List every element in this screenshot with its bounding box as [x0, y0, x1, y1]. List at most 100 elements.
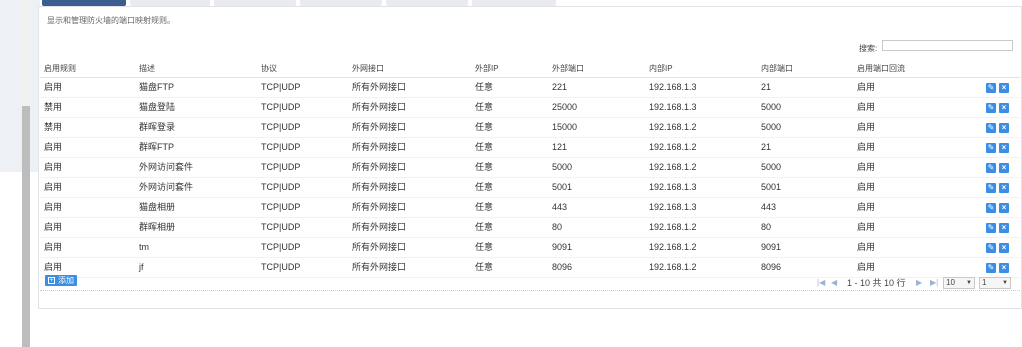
cell-wan-interface: 所有外网接口	[352, 82, 407, 92]
column-header-nat-loopback[interactable]: 启用端口回流	[857, 61, 905, 77]
pagination-summary: 1 - 10 共 10 行	[847, 278, 906, 288]
cell-internal-ip: 192.168.1.3	[649, 202, 697, 212]
column-header-external-port[interactable]: 外部端口	[552, 61, 584, 77]
pencil-icon[interactable]: ✎	[986, 163, 996, 173]
pencil-icon[interactable]: ✎	[986, 223, 996, 233]
column-header-internal-ip[interactable]: 内部IP	[649, 61, 673, 77]
search-input[interactable]	[882, 40, 1013, 51]
cell-enabled: 启用	[44, 202, 63, 212]
close-icon[interactable]: ×	[999, 103, 1009, 113]
table-row[interactable]: 启用 猫盘FTP TCP|UDP 所有外网接口 任意 221 192.168.1.3 21 启用…	[40, 78, 1020, 98]
cell-description: jf	[139, 262, 144, 272]
cell-description: 群晖FTP	[139, 142, 174, 152]
column-header-external-ip[interactable]: 外部IP	[475, 61, 499, 77]
prev-page-icon[interactable]: ◀	[831, 277, 837, 289]
close-icon[interactable]: ×	[999, 263, 1009, 273]
table-row[interactable]: 启用 jf TCP|UDP 所有外网接口 任意 8096 192.168.1.2 8096 启用…	[40, 258, 1020, 278]
page-size-select[interactable]: 10 ▼	[943, 277, 975, 289]
cell-enabled: 启用	[44, 142, 63, 152]
page-number-select[interactable]: 1 ▼	[979, 277, 1011, 289]
table-header: 启用规则 描述 协议 外网接口 外部IP 外部端口 内部IP 内部端口 启用端口…	[40, 61, 1020, 78]
chevron-down-icon: ▼	[966, 280, 972, 286]
cell-description: 猫盘FTP	[139, 82, 174, 92]
cell-internal-port: 8096	[761, 262, 782, 272]
table-row[interactable]: 启用 外网访问套件 TCP|UDP 所有外网接口 任意 5001 192.168.1.3 50…	[40, 178, 1020, 198]
cell-external-ip: 任意	[475, 82, 494, 92]
cell-external-ip: 任意	[475, 222, 494, 232]
page-number-value: 1	[982, 278, 987, 287]
cell-internal-port: 5000	[761, 162, 782, 172]
cell-protocol: TCP|UDP	[261, 222, 301, 232]
cell-external-port: 15000	[552, 122, 578, 132]
close-icon[interactable]: ×	[999, 203, 1009, 213]
last-page-icon[interactable]: ▶|	[930, 277, 938, 289]
column-header-enabled[interactable]: 启用规则	[44, 61, 76, 77]
pencil-icon[interactable]: ✎	[986, 203, 996, 213]
port-mapping-table: 启用规则 描述 协议 外网接口 外部IP 外部端口 内部IP 内部端口 启用端口…	[40, 61, 1020, 278]
cell-nat-loopback: 启用	[857, 162, 876, 172]
cell-wan-interface: 所有外网接口	[352, 202, 407, 212]
cell-internal-ip: 192.168.1.2	[649, 242, 697, 252]
cell-enabled: 禁用	[44, 122, 63, 132]
cell-description: 猫盘相册	[139, 202, 176, 212]
next-page-icon[interactable]: ▶	[916, 277, 922, 289]
pencil-icon[interactable]: ✎	[986, 103, 996, 113]
cell-enabled: 启用	[44, 162, 63, 172]
left-scrollbar-thumb[interactable]	[22, 106, 30, 347]
cell-external-ip: 任意	[475, 242, 494, 252]
cell-wan-interface: 所有外网接口	[352, 102, 407, 112]
add-rule-button[interactable]: + 添加	[45, 275, 77, 286]
close-icon[interactable]: ×	[999, 243, 1009, 253]
cell-internal-port: 443	[761, 202, 777, 212]
pencil-icon[interactable]: ✎	[986, 263, 996, 273]
pencil-icon[interactable]: ✎	[986, 83, 996, 93]
cell-enabled: 禁用	[44, 102, 63, 112]
cell-enabled: 启用	[44, 182, 63, 192]
cell-wan-interface: 所有外网接口	[352, 262, 407, 272]
cell-wan-interface: 所有外网接口	[352, 122, 407, 132]
cell-internal-ip: 192.168.1.2	[649, 122, 697, 132]
cell-description: 外网访问套件	[139, 162, 194, 172]
close-icon[interactable]: ×	[999, 163, 1009, 173]
table-row[interactable]: 启用 猫盘相册 TCP|UDP 所有外网接口 任意 443 192.168.1.3 443 启用…	[40, 198, 1020, 218]
close-icon[interactable]: ×	[999, 83, 1009, 93]
cell-wan-interface: 所有外网接口	[352, 182, 407, 192]
column-header-protocol[interactable]: 协议	[261, 61, 277, 77]
cell-external-port: 443	[552, 202, 568, 212]
table-row[interactable]: 启用 群晖FTP TCP|UDP 所有外网接口 任意 121 192.168.1.2 21 启用…	[40, 138, 1020, 158]
pencil-icon[interactable]: ✎	[986, 143, 996, 153]
table-row[interactable]: 禁用 猫盘登陆 TCP|UDP 所有外网接口 任意 25000 192.168.1.3 500…	[40, 98, 1020, 118]
close-icon[interactable]: ×	[999, 123, 1009, 133]
cell-protocol: TCP|UDP	[261, 102, 301, 112]
cell-external-ip: 任意	[475, 102, 494, 112]
table-row[interactable]: 启用 群晖相册 TCP|UDP 所有外网接口 任意 80 192.168.1.2 80 启用 ✎ ×	[40, 218, 1020, 238]
cell-external-ip: 任意	[475, 202, 494, 212]
cell-wan-interface: 所有外网接口	[352, 142, 407, 152]
table-row[interactable]: 禁用 群晖登录 TCP|UDP 所有外网接口 任意 15000 192.168.1.2 500…	[40, 118, 1020, 138]
pencil-icon[interactable]: ✎	[986, 183, 996, 193]
cell-nat-loopback: 启用	[857, 142, 876, 152]
cell-internal-ip: 192.168.1.2	[649, 142, 697, 152]
cell-external-port: 221	[552, 82, 568, 92]
cell-internal-port: 21	[761, 82, 772, 92]
cell-internal-ip: 192.168.1.3	[649, 182, 697, 192]
pencil-icon[interactable]: ✎	[986, 243, 996, 253]
close-icon[interactable]: ×	[999, 183, 1009, 193]
cell-description: tm	[139, 242, 149, 252]
page-size-value: 10	[946, 278, 955, 287]
cell-internal-port: 5000	[761, 122, 782, 132]
pencil-icon[interactable]: ✎	[986, 123, 996, 133]
cell-protocol: TCP|UDP	[261, 262, 301, 272]
first-page-icon[interactable]: |◀	[817, 277, 825, 289]
cell-internal-ip: 192.168.1.2	[649, 222, 697, 232]
close-icon[interactable]: ×	[999, 223, 1009, 233]
table-row[interactable]: 启用 外网访问套件 TCP|UDP 所有外网接口 任意 5000 192.168.1.2 50…	[40, 158, 1020, 178]
column-header-description[interactable]: 描述	[139, 61, 155, 77]
column-header-wan-interface[interactable]: 外网接口	[352, 61, 384, 77]
close-icon[interactable]: ×	[999, 143, 1009, 153]
column-header-internal-port[interactable]: 内部端口	[761, 61, 793, 77]
cell-external-ip: 任意	[475, 262, 494, 272]
table-row[interactable]: 启用 tm TCP|UDP 所有外网接口 任意 9091 192.168.1.2 9091 启用…	[40, 238, 1020, 258]
cell-internal-port: 5000	[761, 102, 782, 112]
search-label: 搜索:	[859, 44, 878, 53]
